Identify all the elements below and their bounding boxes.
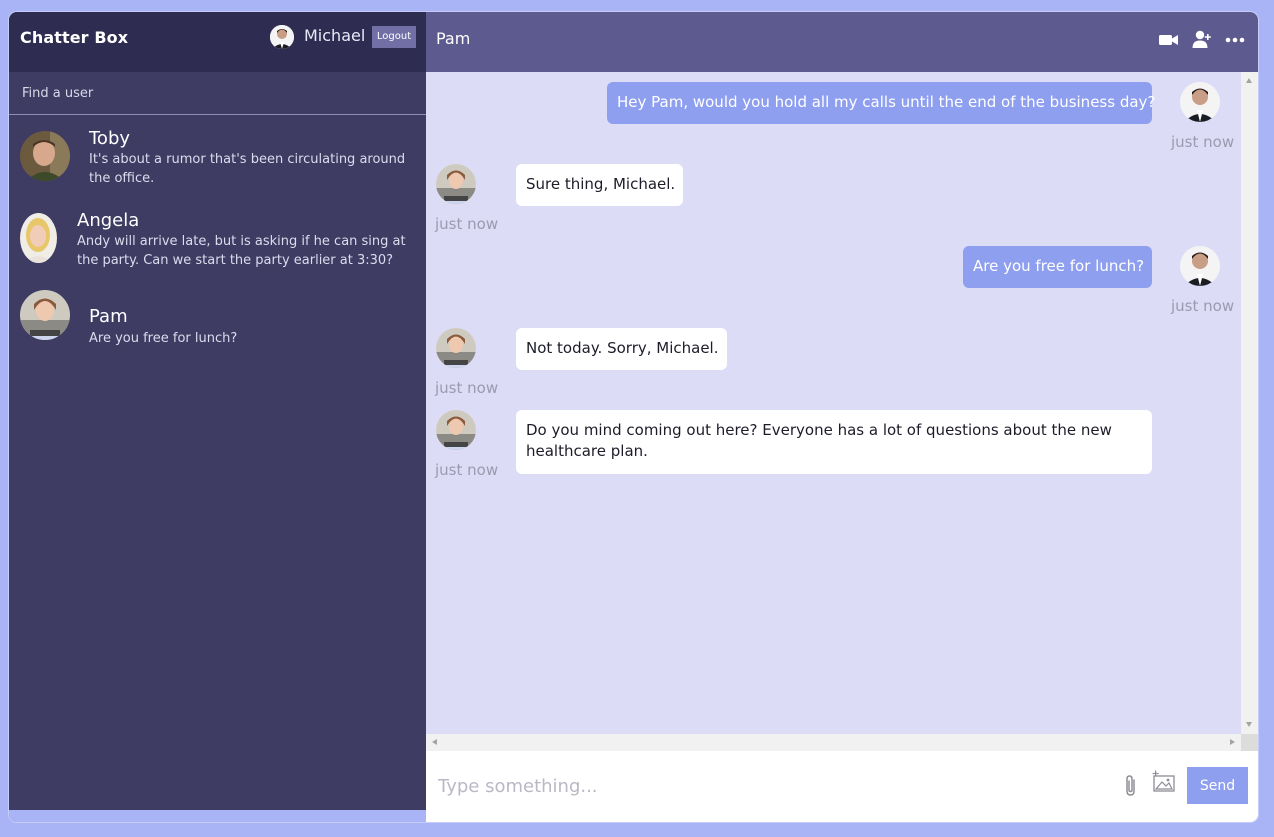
conversation-item-pam[interactable]: Pam Are you free for lunch?: [20, 290, 420, 348]
more-options-icon[interactable]: [1224, 29, 1246, 51]
logout-button[interactable]: Logout: [372, 26, 416, 48]
message-bubble-incoming: Not today. Sorry, Michael.: [516, 328, 727, 370]
message-avatar: [436, 164, 476, 204]
message-list: Hey Pam, would you hold all my calls unt…: [426, 72, 1241, 734]
message-bubble-incoming: Do you mind coming out here? Everyone ha…: [516, 410, 1152, 474]
message-row: just now Sure thing, Michael.: [426, 164, 1241, 233]
add-user-icon[interactable]: [1191, 29, 1213, 51]
message-timestamp: just now: [1171, 133, 1235, 151]
scrollbar-corner: [1241, 734, 1258, 751]
attachment-icon[interactable]: [1120, 773, 1142, 799]
contact-avatar: [20, 213, 57, 263]
sidebar-footer-strip: [9, 810, 426, 822]
contact-avatar: [20, 131, 70, 181]
conversation-item-toby[interactable]: Toby It's about a rumor that's been circ…: [20, 128, 420, 188]
message-row: just now Do you mind coming out here? Ev…: [426, 410, 1241, 479]
scroll-up-icon[interactable]: [1246, 78, 1252, 83]
scroll-left-icon[interactable]: [432, 739, 437, 745]
message-timestamp: just now: [1171, 297, 1235, 315]
message-row: Are you free for lunch? just now: [426, 246, 1241, 315]
chat-panel: Pam Hey Pam, would you hold all my calls…: [426, 12, 1258, 822]
message-timestamp: just now: [435, 461, 499, 479]
message-timestamp: just now: [435, 215, 499, 233]
message-row: Hey Pam, would you hold all my calls unt…: [426, 82, 1241, 151]
horizontal-scrollbar[interactable]: [426, 734, 1241, 751]
contact-avatar: [20, 290, 70, 340]
message-input[interactable]: [436, 769, 1110, 803]
message-bubble-outgoing: Hey Pam, would you hold all my calls unt…: [607, 82, 1155, 124]
contact-name: Angela: [77, 210, 140, 231]
message-composer: Send: [426, 751, 1258, 822]
send-button[interactable]: Send: [1187, 767, 1248, 804]
scroll-down-icon[interactable]: [1246, 722, 1252, 727]
image-upload-icon[interactable]: [1151, 770, 1177, 796]
app-title: Chatter Box: [20, 28, 129, 47]
sidebar-header: Chatter Box Michael Logout: [9, 12, 426, 72]
message-avatar: [1180, 82, 1220, 122]
message-avatar: [1180, 246, 1220, 286]
chat-app-window: Chatter Box Michael Logout Find a user T…: [9, 12, 1258, 822]
contact-name: Pam: [89, 306, 128, 327]
current-user-avatar: [270, 25, 294, 49]
message-preview: It's about a rumor that's been circulati…: [89, 152, 406, 186]
chat-header: Pam: [426, 12, 1258, 72]
conversation-item-angela[interactable]: Angela Andy will arrive late, but is ask…: [20, 210, 420, 272]
contact-name: Toby: [89, 128, 131, 149]
chat-title: Pam: [436, 29, 471, 48]
message-avatar: [436, 410, 476, 450]
message-bubble-outgoing: Are you free for lunch?: [963, 246, 1152, 288]
current-user-name: Michael: [304, 26, 366, 45]
scroll-right-icon[interactable]: [1230, 739, 1235, 745]
message-row: just now Not today. Sorry, Michael.: [426, 328, 1241, 397]
sidebar: Chatter Box Michael Logout Find a user T…: [9, 12, 426, 822]
vertical-scrollbar[interactable]: [1241, 72, 1258, 734]
video-call-icon[interactable]: [1158, 29, 1180, 51]
message-timestamp: just now: [435, 379, 499, 397]
message-avatar: [436, 328, 476, 368]
message-preview: Andy will arrive late, but is asking if …: [77, 234, 406, 268]
message-bubble-incoming: Sure thing, Michael.: [516, 164, 683, 206]
find-user-input[interactable]: [9, 72, 426, 115]
message-preview: Are you free for lunch?: [89, 331, 238, 346]
